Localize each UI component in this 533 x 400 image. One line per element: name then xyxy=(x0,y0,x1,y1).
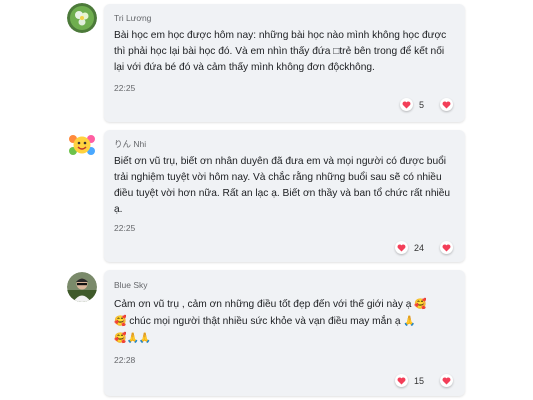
comment-text: Biết ơn vũ trụ, biết ơn nhân duyên đã đư… xyxy=(114,156,451,215)
folded-hands-emoji-icon: 🙏 xyxy=(126,333,139,344)
reaction-count: 24 xyxy=(413,242,424,253)
heart-icon xyxy=(394,374,408,387)
comment-time: 22:25 xyxy=(114,223,136,233)
comment-author[interactable]: Blue Sky xyxy=(114,280,148,290)
comment-feed: Tri Lương Bài học em học được hôm nay: n… xyxy=(0,0,533,400)
comment-text-line: 🥰 chúc mọi người thật nhiều sức khỏe và … xyxy=(114,313,455,330)
reaction-count: 15 xyxy=(413,375,424,386)
avatar[interactable] xyxy=(67,130,97,160)
smiley-sun-avatar-icon xyxy=(67,130,97,160)
heart-react-button[interactable] xyxy=(440,98,453,111)
comment-author[interactable]: Tri Lương xyxy=(114,13,151,23)
comment-card: Blue Sky Cảm ơn vũ trụ , cảm ơn những đi… xyxy=(104,270,465,396)
smiling-face-hearts-emoji-icon: 🥰 xyxy=(414,299,427,310)
avatar[interactable] xyxy=(67,272,97,302)
heart-react-button[interactable] xyxy=(440,241,453,254)
photo-avatar-icon xyxy=(67,272,97,302)
smiling-face-hearts-emoji-icon: 🥰 xyxy=(114,316,127,327)
comment-text: Cảm ơn vũ trụ , cảm ơn những điều tốt đẹ… xyxy=(114,296,455,347)
heart-react-button[interactable] xyxy=(440,374,453,387)
comment-card: りん Nhi Biết ơn vũ trụ, biết ơn nhân duyê… xyxy=(104,130,465,262)
reaction-summary[interactable]: 5 xyxy=(399,98,453,111)
comment-text-part: Cảm ơn vũ trụ , cảm ơn những điều tốt đẹ… xyxy=(114,299,412,310)
comment-card: Tri Lương Bài học em học được hôm nay: n… xyxy=(104,4,465,122)
folded-hands-emoji-icon: 🙏 xyxy=(138,333,152,344)
comment-text-line: Cảm ơn vũ trụ , cảm ơn những điều tốt đẹ… xyxy=(114,296,455,313)
reaction-count: 5 xyxy=(418,99,424,110)
smiling-face-hearts-emoji-icon: 🥰 xyxy=(114,333,127,344)
reaction-summary[interactable]: 24 xyxy=(394,241,453,254)
heart-icon xyxy=(399,98,413,111)
comment-text-line: 🥰🙏🙏 xyxy=(114,330,455,347)
comment-time: 22:28 xyxy=(114,355,136,365)
avatar[interactable] xyxy=(67,3,97,33)
folded-hands-emoji-icon: 🙏 xyxy=(403,316,416,327)
green-flower-avatar-icon xyxy=(67,3,97,33)
comment-time: 22:25 xyxy=(114,83,136,93)
heart-icon xyxy=(394,241,408,254)
comment-text: Bài học em học được hôm nay: những bài h… xyxy=(114,30,447,73)
comment-text-part: chúc mọi người thật nhiều sức khỏe và vạ… xyxy=(129,316,401,327)
comment-author[interactable]: りん Nhi xyxy=(114,138,146,150)
reaction-summary[interactable]: 15 xyxy=(394,374,453,387)
